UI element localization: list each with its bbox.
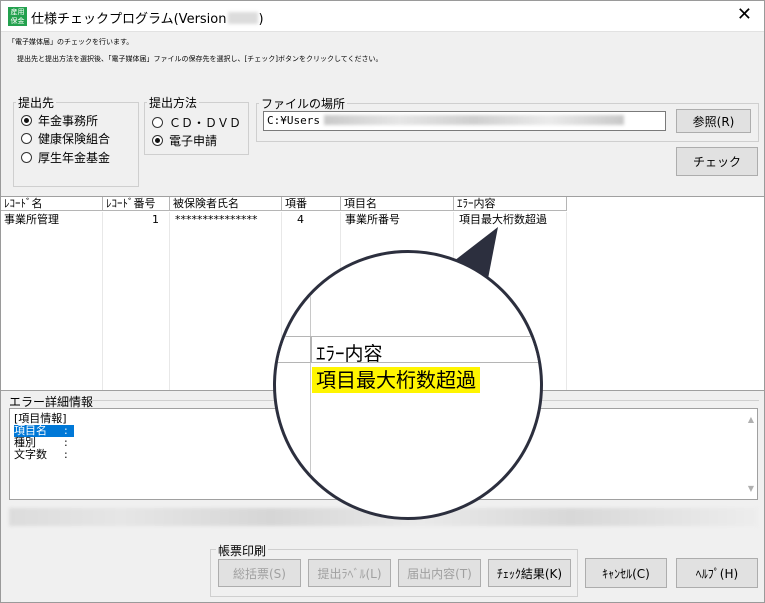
radio-pension-office[interactable]: 年金事務所 xyxy=(21,112,98,129)
detail-field-char-count[interactable]: 文字数 : xyxy=(14,449,74,461)
radio-label: 厚生年金基金 xyxy=(38,151,111,165)
summary-print-button[interactable]: 総括票(S) xyxy=(218,559,301,587)
main-window: 産用 保金 仕様チェックプログラム(Version) ✕ 「電子媒体届」のチェッ… xyxy=(0,0,765,603)
radio-electronic[interactable]: 電子申請 xyxy=(152,132,217,149)
col-header-error[interactable]: ｴﾗｰ内容 xyxy=(454,197,567,211)
path-redacted xyxy=(323,115,624,125)
submit-label-print-button[interactable]: 提出ﾗﾍﾞﾙ(L) xyxy=(308,559,391,587)
browse-button[interactable]: 参照(R) xyxy=(676,109,751,133)
col-header-insured-name[interactable]: 被保険者氏名 xyxy=(170,197,282,211)
radio-dot-selected[interactable] xyxy=(21,115,32,126)
detail-field-name: 文字数 xyxy=(14,448,47,461)
help-button[interactable]: ﾍﾙﾌﾟ(H) xyxy=(676,558,758,588)
print-group-label: 帳票印刷 xyxy=(216,542,269,559)
radio-pension-fund[interactable]: 厚生年金基金 xyxy=(21,149,110,166)
detail-field-sep: : xyxy=(64,448,68,461)
cell-record-number: 1 xyxy=(152,213,159,226)
col-header-record-number[interactable]: ﾚｺｰﾄﾞ番号 xyxy=(103,197,170,211)
magnifier-lens: ｴﾗｰ内容 項目最大桁数超過 xyxy=(273,250,543,520)
lens-grid-line xyxy=(310,253,311,517)
check-button[interactable]: チェック xyxy=(676,147,758,176)
close-icon[interactable]: ✕ xyxy=(737,5,752,25)
radio-dot[interactable] xyxy=(21,133,32,144)
radio-dot[interactable] xyxy=(152,117,163,128)
column-divider xyxy=(566,212,567,390)
col-header-item-name[interactable]: 項目名 xyxy=(341,197,454,211)
version-redacted xyxy=(227,12,258,24)
window-title: 仕様チェックプログラム(Version) xyxy=(31,8,264,27)
file-path-input[interactable]: C:¥Users xyxy=(263,111,666,131)
radio-label: 電子申請 xyxy=(169,134,218,148)
radio-label: ＣＤ・ＤＶＤ xyxy=(169,116,242,130)
cell-error: 項目最大桁数超過 xyxy=(459,213,547,226)
col-header-item-number[interactable]: 項番 xyxy=(282,197,341,211)
radio-health-insurance[interactable]: 健康保険組合 xyxy=(21,130,110,147)
intro-line-1: 「電子媒体届」のチェックを行います。 xyxy=(8,38,134,46)
window-title-suffix: ) xyxy=(258,12,264,27)
scroll-down-icon[interactable]: ▼ xyxy=(748,484,754,493)
cell-record-name: 事業所管理 xyxy=(4,213,59,226)
window-title-text: 仕様チェックプログラム(Version xyxy=(31,12,227,27)
lens-column-divider xyxy=(310,336,312,363)
submit-to-legend: 提出先 xyxy=(18,96,55,110)
radio-label: 健康保険組合 xyxy=(38,132,111,146)
report-content-print-button[interactable]: 届出内容(T) xyxy=(398,559,481,587)
app-icon: 産用 保金 xyxy=(8,7,27,26)
lens-error-header: ｴﾗｰ内容 xyxy=(316,343,383,365)
intro-line-2: 提出先と提出方法を選択後、「電子媒体届」ファイルの保存先を選択し、[チェック]ボ… xyxy=(17,55,383,63)
radio-label: 年金事務所 xyxy=(38,114,99,128)
file-location-legend: ファイルの場所 xyxy=(261,97,346,111)
col-header-record-name[interactable]: ﾚｺｰﾄﾞ名 xyxy=(1,197,103,211)
column-divider xyxy=(169,212,170,390)
cancel-button[interactable]: ｷｬﾝｾﾙ(C) xyxy=(585,558,667,588)
check-result-print-button[interactable]: ﾁｪｯｸ結果(K) xyxy=(488,559,571,587)
cell-item-number: 4 xyxy=(297,213,304,226)
title-bar: 産用 保金 仕様チェックプログラム(Version) ✕ xyxy=(1,1,764,32)
radio-dot-selected[interactable] xyxy=(152,135,163,146)
file-path-value: C:¥Users xyxy=(267,114,320,127)
column-divider xyxy=(102,212,103,390)
cell-item-name: 事業所番号 xyxy=(345,213,400,226)
radio-cd-dvd[interactable]: ＣＤ・ＤＶＤ xyxy=(152,114,241,131)
cell-insured-name: *************** xyxy=(175,213,258,226)
lens-error-value: 項目最大桁数超過 xyxy=(312,367,480,393)
scroll-up-icon[interactable]: ▲ xyxy=(748,415,754,424)
radio-dot[interactable] xyxy=(21,152,32,163)
submit-method-legend: 提出方法 xyxy=(149,96,198,110)
